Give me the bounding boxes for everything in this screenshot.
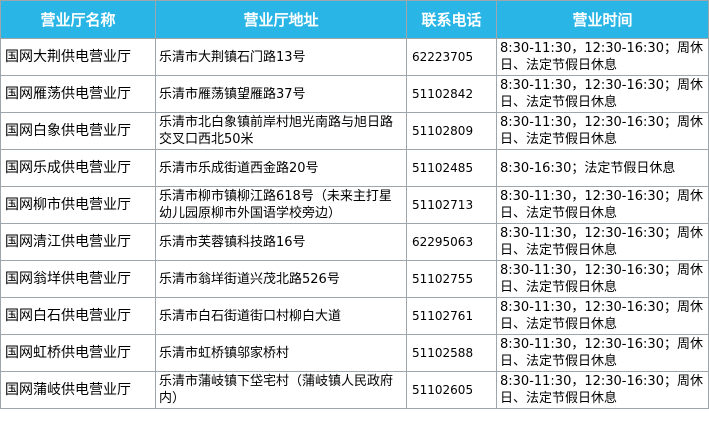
header-hours: 营业时间 <box>496 0 709 39</box>
hall-hours: 8:30-11:30，12:30-16:30；周休日、法定节假日休息 <box>496 38 709 76</box>
header-address: 营业厅地址 <box>155 0 407 39</box>
hall-phone: 51102842 <box>406 75 497 113</box>
hall-address: 乐清市大荆镇石门路13号 <box>155 38 407 76</box>
table-row: 国网清江供电营业厅 乐清市芙蓉镇科技路16号 62295063 8:30-11:… <box>0 223 709 261</box>
header-phone: 联系电话 <box>406 0 497 39</box>
hall-address: 乐清市雁荡镇望雁路37号 <box>155 75 407 113</box>
hall-name: 国网大荆供电营业厅 <box>0 38 156 76</box>
hall-name: 国网蒲岐供电营业厅 <box>0 371 156 409</box>
hall-hours: 8:30-16:30；法定节假日休息 <box>496 149 709 187</box>
hall-phone: 51102809 <box>406 112 497 150</box>
table-row: 国网雁荡供电营业厅 乐清市雁荡镇望雁路37号 51102842 8:30-11:… <box>0 75 709 113</box>
hall-hours: 8:30-11:30，12:30-16:30；周休日、法定节假日休息 <box>496 112 709 150</box>
hall-address: 乐清市虹桥镇邬家桥村 <box>155 334 407 372</box>
hall-name: 国网清江供电营业厅 <box>0 223 156 261</box>
hall-name: 国网虹桥供电营业厅 <box>0 334 156 372</box>
hall-hours: 8:30-11:30，12:30-16:30；周休日、法定节假日休息 <box>496 186 709 224</box>
table-row: 国网翁垟供电营业厅 乐清市翁垟街道兴茂北路526号 51102755 8:30-… <box>0 260 709 298</box>
hall-address: 乐清市乐成街道西金路20号 <box>155 149 407 187</box>
hall-address: 乐清市白石街道街口村柳白大道 <box>155 297 407 335</box>
hall-phone: 62223705 <box>406 38 497 76</box>
hall-hours: 8:30-11:30，12:30-16:30；周休日、法定节假日休息 <box>496 75 709 113</box>
hall-name: 国网白石供电营业厅 <box>0 297 156 335</box>
hall-hours: 8:30-11:30，12:30-16:30；周休日、法定节假日休息 <box>496 223 709 261</box>
hall-address: 乐清市翁垟街道兴茂北路526号 <box>155 260 407 298</box>
hall-hours: 8:30-11:30，12:30-16:30；周休日、法定节假日休息 <box>496 260 709 298</box>
hall-address: 乐清市蒲岐镇下垈宅村（蒲岐镇人民政府内） <box>155 371 407 409</box>
service-hall-table: 营业厅名称 营业厅地址 联系电话 营业时间 国网大荆供电营业厅 乐清市大荆镇石门… <box>0 0 709 409</box>
table-row: 国网乐成供电营业厅 乐清市乐成街道西金路20号 51102485 8:30-16… <box>0 149 709 187</box>
table-row: 国网白象供电营业厅 乐清市北白象镇前岸村旭光南路与旭日路交叉口西北50米 511… <box>0 112 709 150</box>
hall-phone: 62295063 <box>406 223 497 261</box>
hall-phone: 51102755 <box>406 260 497 298</box>
header-name: 营业厅名称 <box>0 0 156 39</box>
hall-name: 国网乐成供电营业厅 <box>0 149 156 187</box>
hall-hours: 8:30-11:30，12:30-16:30；周休日、法定节假日休息 <box>496 371 709 409</box>
hall-hours: 8:30-11:30，12:30-16:30；周休日、法定节假日休息 <box>496 334 709 372</box>
hall-hours: 8:30-11:30，12:30-16:30；周休日、法定节假日休息 <box>496 297 709 335</box>
hall-name: 国网翁垟供电营业厅 <box>0 260 156 298</box>
hall-phone: 51102713 <box>406 186 497 224</box>
hall-phone: 51102588 <box>406 334 497 372</box>
table-row: 国网白石供电营业厅 乐清市白石街道街口村柳白大道 51102761 8:30-1… <box>0 297 709 335</box>
hall-name: 国网柳市供电营业厅 <box>0 186 156 224</box>
hall-address: 乐清市柳市镇柳江路618号（未来主打星幼儿园原柳市外国语学校旁边） <box>155 186 407 224</box>
hall-phone: 51102485 <box>406 149 497 187</box>
table-row: 国网大荆供电营业厅 乐清市大荆镇石门路13号 62223705 8:30-11:… <box>0 38 709 76</box>
hall-phone: 51102605 <box>406 371 497 409</box>
hall-name: 国网白象供电营业厅 <box>0 112 156 150</box>
table-row: 国网虹桥供电营业厅 乐清市虹桥镇邬家桥村 51102588 8:30-11:30… <box>0 334 709 372</box>
hall-address: 乐清市芙蓉镇科技路16号 <box>155 223 407 261</box>
hall-name: 国网雁荡供电营业厅 <box>0 75 156 113</box>
hall-phone: 51102761 <box>406 297 497 335</box>
hall-address: 乐清市北白象镇前岸村旭光南路与旭日路交叉口西北50米 <box>155 112 407 150</box>
table-row: 国网柳市供电营业厅 乐清市柳市镇柳江路618号（未来主打星幼儿园原柳市外国语学校… <box>0 186 709 224</box>
table-row: 国网蒲岐供电营业厅 乐清市蒲岐镇下垈宅村（蒲岐镇人民政府内） 51102605 … <box>0 371 709 409</box>
header-row: 营业厅名称 营业厅地址 联系电话 营业时间 <box>0 0 709 39</box>
